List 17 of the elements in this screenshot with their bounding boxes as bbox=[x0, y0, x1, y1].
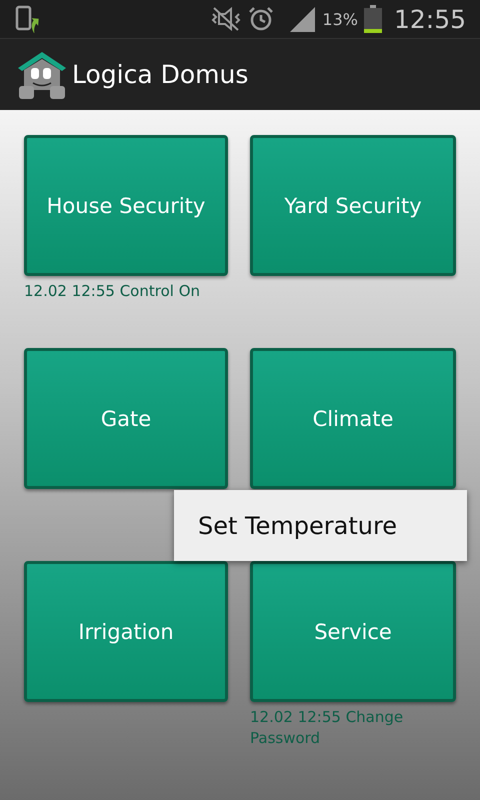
status-note: 12.02 12:55 Control On bbox=[24, 281, 200, 302]
clock-time: 12:55 bbox=[394, 4, 466, 34]
tile-button[interactable]: House Security bbox=[24, 135, 228, 276]
status-note: 12.02 12:55 Change Password bbox=[250, 707, 404, 749]
vibrate-mute-icon bbox=[210, 6, 242, 32]
tile-button[interactable]: Gate bbox=[24, 348, 228, 489]
house-logo-icon bbox=[16, 50, 68, 100]
tile-button[interactable]: Service bbox=[250, 561, 456, 702]
tile-button[interactable]: Climate bbox=[250, 348, 456, 489]
tile-button[interactable]: Irrigation bbox=[24, 561, 228, 702]
signal-icon bbox=[288, 5, 316, 33]
alarm-clock-icon bbox=[248, 6, 274, 32]
app-title: Logica Domus bbox=[72, 60, 248, 89]
battery-icon bbox=[364, 5, 382, 33]
menu-item[interactable]: Set Temperature bbox=[174, 490, 467, 561]
battery-percent: 13% bbox=[322, 10, 358, 28]
tile-button[interactable]: Yard Security bbox=[250, 135, 456, 276]
